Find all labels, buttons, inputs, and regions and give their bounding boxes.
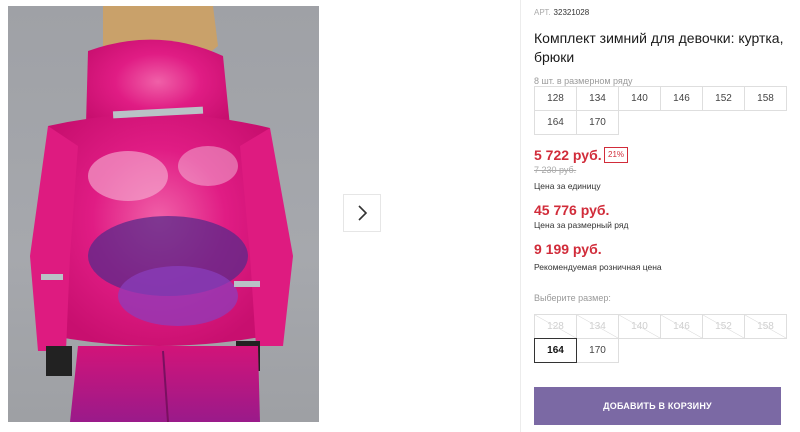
product-photo bbox=[8, 6, 319, 422]
retail-price: 9 199 руб. bbox=[534, 241, 602, 257]
size-option[interactable]: 170 bbox=[576, 338, 619, 363]
size-row-cell: 146 bbox=[660, 86, 703, 111]
unit-price: 5 722 руб. bbox=[534, 147, 602, 163]
size-selector: 128 134 140 146 152 158 164 170 bbox=[534, 314, 787, 363]
size-option-disabled: 128 bbox=[534, 314, 577, 339]
size-row-cell: 170 bbox=[576, 110, 619, 135]
product-photo-illustration bbox=[30, 6, 293, 422]
size-option-selected[interactable]: 164 bbox=[534, 338, 577, 363]
discount-badge: 21% bbox=[604, 147, 629, 163]
size-option-disabled: 152 bbox=[702, 314, 745, 339]
old-price: 7 230 руб. bbox=[534, 165, 577, 175]
size-row-grid: 128 134 140 146 152 158 164 170 bbox=[534, 86, 787, 135]
size-option-disabled: 158 bbox=[744, 314, 787, 339]
unit-price-caption: Цена за единицу bbox=[534, 181, 601, 191]
size-row-note: 8 шт. в размерном ряду bbox=[534, 76, 633, 86]
retail-price-caption: Рекомендуемая розничная цена bbox=[534, 262, 662, 272]
article-label: АРТ. bbox=[534, 8, 551, 17]
gallery-next-button[interactable] bbox=[343, 194, 381, 232]
row-price-caption: Цена за размерный ряд bbox=[534, 220, 629, 230]
divider bbox=[520, 0, 521, 432]
row-price: 45 776 руб. bbox=[534, 202, 610, 218]
size-option-disabled: 140 bbox=[618, 314, 661, 339]
size-row-cell: 164 bbox=[534, 110, 577, 135]
article-value: 32321028 bbox=[553, 8, 590, 17]
add-to-cart-button[interactable]: ДОБАВИТЬ В КОРЗИНУ bbox=[534, 387, 781, 425]
product-gallery bbox=[0, 0, 520, 432]
chevron-right-icon bbox=[358, 205, 368, 221]
size-option-disabled: 146 bbox=[660, 314, 703, 339]
size-row-cell: 158 bbox=[744, 86, 787, 111]
size-row-cell: 128 bbox=[534, 86, 577, 111]
size-row-cell: 152 bbox=[702, 86, 745, 111]
product-title: Комплект зимний для девочки: куртка, брю… bbox=[534, 30, 784, 65]
article-number: АРТ. 32321028 bbox=[534, 8, 589, 17]
size-row-cell: 140 bbox=[618, 86, 661, 111]
size-row-cell: 134 bbox=[576, 86, 619, 111]
size-option-disabled: 134 bbox=[576, 314, 619, 339]
product-info: АРТ. 32321028 Комплект зимний для девочки… bbox=[534, 0, 787, 432]
choose-size-label: Выберите размер: bbox=[534, 293, 611, 303]
